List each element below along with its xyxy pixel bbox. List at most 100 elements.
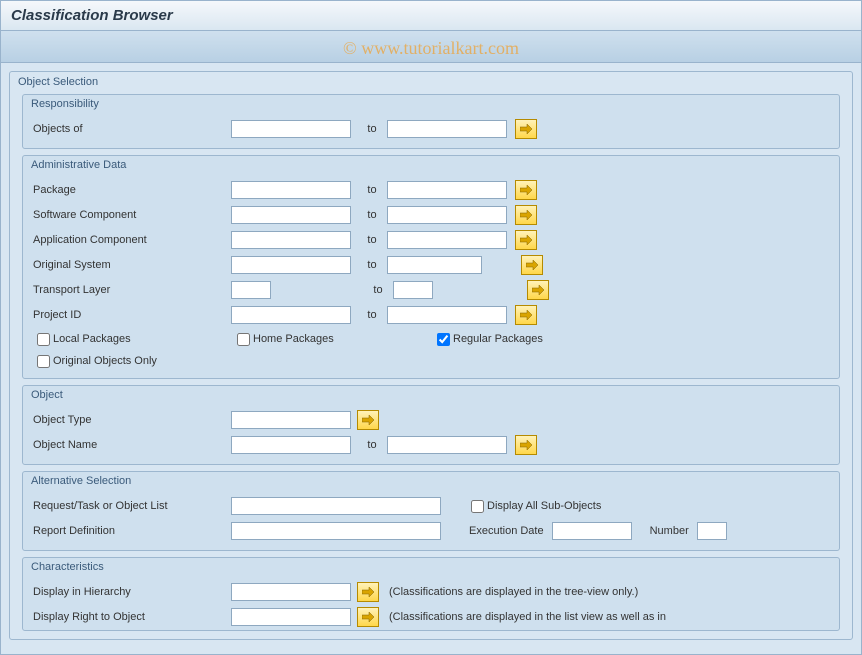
display-all-sub-checkbox-wrap[interactable]: Display All Sub-Objects xyxy=(467,497,601,516)
report-definition-label: Report Definition xyxy=(31,525,231,537)
display-all-sub-checkbox[interactable] xyxy=(471,500,484,513)
application-component-range-button[interactable] xyxy=(515,230,537,250)
project-id-label: Project ID xyxy=(31,309,231,321)
number-label: Number xyxy=(650,525,689,537)
display-in-hierarchy-label: Display in Hierarchy xyxy=(31,586,231,598)
characteristics-group: Characteristics Display in Hierarchy (Cl… xyxy=(22,557,840,631)
package-label: Package xyxy=(31,184,231,196)
home-packages-checkbox[interactable] xyxy=(237,333,250,346)
arrow-right-icon xyxy=(520,310,532,320)
object-type-label: Object Type xyxy=(31,414,231,426)
transport-layer-range-button[interactable] xyxy=(527,280,549,300)
object-name-to-input[interactable] xyxy=(387,436,507,454)
display-right-to-object-input[interactable] xyxy=(231,608,351,626)
object-name-range-button[interactable] xyxy=(515,435,537,455)
local-packages-checkbox[interactable] xyxy=(37,333,50,346)
package-to-input[interactable] xyxy=(387,181,507,199)
display-in-hierarchy-input[interactable] xyxy=(231,583,351,601)
object-selection-title: Object Selection xyxy=(10,72,852,90)
execution-date-input[interactable] xyxy=(552,522,632,540)
transport-layer-to-input[interactable] xyxy=(393,281,433,299)
report-definition-input[interactable] xyxy=(231,522,441,540)
to-label: to xyxy=(357,123,387,135)
object-name-label: Object Name xyxy=(31,439,231,451)
arrow-right-icon xyxy=(520,185,532,195)
project-id-to-input[interactable] xyxy=(387,306,507,324)
display-in-hierarchy-note: (Classifications are displayed in the tr… xyxy=(389,586,638,598)
original-system-to-input[interactable] xyxy=(387,256,482,274)
software-component-range-button[interactable] xyxy=(515,205,537,225)
admin-data-group: Administrative Data Package to Software … xyxy=(22,155,840,379)
application-component-label: Application Component xyxy=(31,234,231,246)
object-title: Object xyxy=(23,386,839,404)
object-group: Object Object Type Object Name to xyxy=(22,385,840,465)
package-range-button[interactable] xyxy=(515,180,537,200)
object-type-range-button[interactable] xyxy=(357,410,379,430)
home-packages-label: Home Packages xyxy=(253,333,334,345)
alternative-selection-title: Alternative Selection xyxy=(23,472,839,490)
original-objects-only-checkbox-wrap[interactable]: Original Objects Only xyxy=(33,352,157,371)
content-area: Object Selection Responsibility Objects … xyxy=(1,63,861,654)
application-component-from-input[interactable] xyxy=(231,231,351,249)
display-right-to-object-note: (Classifications are displayed in the li… xyxy=(389,611,666,623)
arrow-right-icon xyxy=(520,210,532,220)
responsibility-group: Responsibility Objects of to xyxy=(22,94,840,149)
application-component-to-input[interactable] xyxy=(387,231,507,249)
home-packages-checkbox-wrap[interactable]: Home Packages xyxy=(233,330,403,349)
arrow-right-icon xyxy=(362,587,374,597)
toolbar xyxy=(1,31,861,63)
local-packages-checkbox-wrap[interactable]: Local Packages xyxy=(33,330,203,349)
object-selection-group: Object Selection Responsibility Objects … xyxy=(9,71,853,640)
to-label: to xyxy=(357,234,387,246)
software-component-to-input[interactable] xyxy=(387,206,507,224)
execution-date-label: Execution Date xyxy=(469,525,544,537)
original-system-range-button[interactable] xyxy=(521,255,543,275)
package-from-input[interactable] xyxy=(231,181,351,199)
regular-packages-checkbox[interactable] xyxy=(437,333,450,346)
to-label: to xyxy=(357,259,387,271)
objects-of-label: Objects of xyxy=(31,123,231,135)
arrow-right-icon xyxy=(362,612,374,622)
responsibility-title: Responsibility xyxy=(23,95,839,113)
request-task-label: Request/Task or Object List xyxy=(31,500,231,512)
original-system-label: Original System xyxy=(31,259,231,271)
main-window: Classification Browser © www.tutorialkar… xyxy=(0,0,862,655)
original-objects-only-label: Original Objects Only xyxy=(53,355,157,367)
local-packages-label: Local Packages xyxy=(53,333,131,345)
project-id-from-input[interactable] xyxy=(231,306,351,324)
to-label: to xyxy=(357,184,387,196)
arrow-right-icon xyxy=(526,260,538,270)
arrow-right-icon xyxy=(520,235,532,245)
regular-packages-checkbox-wrap[interactable]: Regular Packages xyxy=(433,330,543,349)
software-component-from-input[interactable] xyxy=(231,206,351,224)
original-system-from-input[interactable] xyxy=(231,256,351,274)
project-id-range-button[interactable] xyxy=(515,305,537,325)
objects-of-range-button[interactable] xyxy=(515,119,537,139)
display-in-hierarchy-range-button[interactable] xyxy=(357,582,379,602)
admin-data-title: Administrative Data xyxy=(23,156,839,174)
to-label: to xyxy=(357,209,387,221)
number-input[interactable] xyxy=(697,522,727,540)
characteristics-title: Characteristics xyxy=(23,558,839,576)
objects-of-from-input[interactable] xyxy=(231,120,351,138)
display-all-sub-label: Display All Sub-Objects xyxy=(487,500,601,512)
alternative-selection-group: Alternative Selection Request/Task or Ob… xyxy=(22,471,840,551)
arrow-right-icon xyxy=(520,124,532,134)
transport-layer-label: Transport Layer xyxy=(31,284,231,296)
object-type-input[interactable] xyxy=(231,411,351,429)
to-label: to xyxy=(363,284,393,296)
objects-of-to-input[interactable] xyxy=(387,120,507,138)
request-task-input[interactable] xyxy=(231,497,441,515)
original-objects-only-checkbox[interactable] xyxy=(37,355,50,368)
display-right-to-object-label: Display Right to Object xyxy=(31,611,231,623)
regular-packages-label: Regular Packages xyxy=(453,333,543,345)
to-label: to xyxy=(357,309,387,321)
arrow-right-icon xyxy=(520,440,532,450)
object-name-from-input[interactable] xyxy=(231,436,351,454)
arrow-right-icon xyxy=(362,415,374,425)
display-right-to-object-range-button[interactable] xyxy=(357,607,379,627)
to-label: to xyxy=(357,439,387,451)
page-title: Classification Browser xyxy=(1,1,861,31)
software-component-label: Software Component xyxy=(31,209,231,221)
transport-layer-from-input[interactable] xyxy=(231,281,271,299)
